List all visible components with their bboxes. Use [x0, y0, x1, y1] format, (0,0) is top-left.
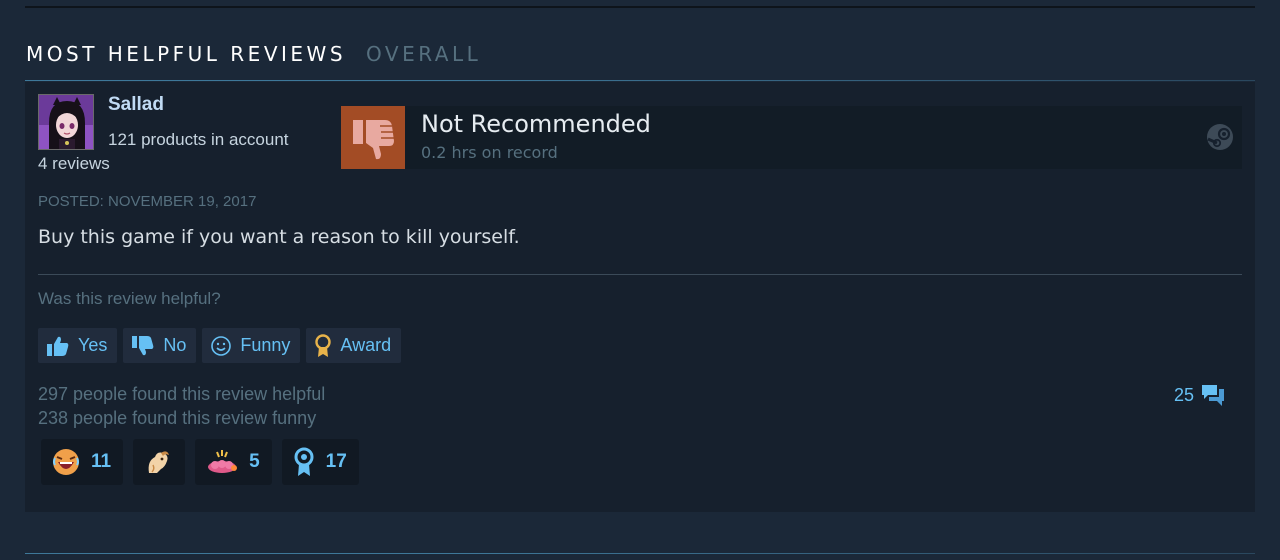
smiley-icon	[211, 335, 232, 356]
section-title: MOST HELPFUL REVIEWS	[26, 42, 347, 66]
posted-date: POSTED: NOVEMBER 19, 2017	[38, 193, 257, 210]
bottom-divider	[25, 553, 1255, 554]
author-reviews[interactable]: 4 reviews	[38, 154, 110, 174]
top-divider	[25, 6, 1255, 8]
header-divider	[25, 80, 1255, 81]
vote-header[interactable]: Not Recommended 0.2 hrs on record	[341, 106, 1242, 169]
content-divider	[38, 274, 1242, 275]
award-count: 5	[249, 451, 260, 472]
funny-label: Funny	[240, 335, 291, 355]
award-count: 17	[325, 451, 347, 472]
steam-icon	[1207, 124, 1233, 150]
funny-button[interactable]: Funny	[202, 328, 301, 363]
awards-row: 11 5 17	[41, 439, 359, 485]
helpful-count-text: 297 people found this review helpful	[38, 384, 326, 404]
no-label: No	[163, 335, 187, 355]
award-button[interactable]: Award	[306, 328, 402, 363]
award-mind-blown[interactable]: 5	[195, 439, 272, 485]
award-medal[interactable]: 17	[281, 439, 359, 485]
avatar[interactable]	[38, 94, 94, 150]
vote-buttons: Yes No Funny Award	[38, 328, 402, 363]
review-content: Buy this game if you want a reason to ki…	[38, 226, 520, 248]
comment-icon	[1202, 385, 1225, 406]
comments-link[interactable]: 25	[1174, 382, 1226, 408]
verdict-title: Not Recommended	[421, 110, 651, 138]
hours-on-record: 0.2 hrs on record	[421, 143, 558, 162]
helpful-question: Was this review helpful?	[38, 289, 221, 308]
comments-count: 25	[1174, 384, 1195, 405]
thumbs-down-icon	[353, 119, 394, 159]
author-name[interactable]: Sallad	[108, 94, 164, 116]
yes-label: Yes	[78, 335, 108, 355]
funny-count-text: 238 people found this review funny	[38, 408, 317, 428]
award-count: 11	[91, 451, 112, 472]
thumbs-up-icon	[47, 336, 69, 356]
mind-blown-icon	[208, 450, 238, 473]
thumbs-down-icon	[132, 335, 154, 355]
laughing-face-icon	[53, 449, 79, 475]
award-laughing[interactable]: 11	[41, 439, 124, 485]
award-icon	[315, 333, 332, 357]
section-header: MOST HELPFUL REVIEWS OVERALL	[26, 42, 481, 72]
author-products[interactable]: 121 products in account	[108, 130, 289, 150]
goat-icon	[148, 451, 170, 473]
award-goat[interactable]	[133, 439, 186, 485]
no-button[interactable]: No	[123, 328, 197, 363]
avatar-image-icon	[39, 95, 93, 149]
review-card: Sallad 121 products in account 4 reviews…	[25, 82, 1255, 512]
award-label: Award	[340, 335, 392, 355]
medal-icon	[294, 447, 314, 476]
section-subtitle[interactable]: OVERALL	[366, 42, 481, 66]
not-recommended-badge	[341, 106, 405, 169]
yes-button[interactable]: Yes	[38, 328, 118, 363]
